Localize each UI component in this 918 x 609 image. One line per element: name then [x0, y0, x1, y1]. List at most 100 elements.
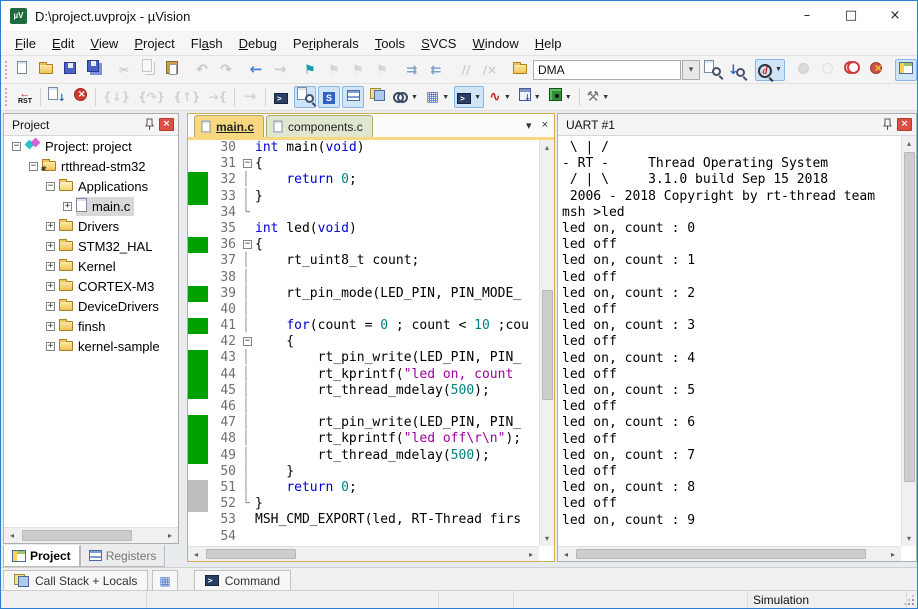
menu-file[interactable]: File [7, 33, 44, 54]
scroll-up-icon[interactable]: ▴ [902, 136, 916, 151]
menu-tools[interactable]: Tools [367, 33, 413, 54]
save-button[interactable] [59, 59, 81, 81]
scroll-thumb[interactable] [22, 530, 132, 541]
close-button[interactable]: × [873, 1, 917, 31]
scroll-down-icon[interactable]: ▾ [902, 531, 916, 546]
project-panel-close-icon[interactable]: × [159, 118, 174, 131]
expand-icon[interactable]: + [46, 342, 55, 351]
menu-view[interactable]: View [82, 33, 126, 54]
tree-item-drivers[interactable]: +Drivers [4, 216, 178, 236]
bookmark-toggle-button[interactable]: ⚑ [299, 59, 321, 81]
editor-close-icon[interactable]: × [542, 119, 548, 132]
uncomment-button[interactable]: /× [479, 59, 501, 81]
toolbar-grip[interactable] [5, 88, 10, 106]
tab-list-dropdown-icon[interactable]: ▾ [526, 119, 532, 132]
paste-button[interactable] [161, 59, 183, 81]
outdent-button[interactable]: ⇇ [425, 59, 447, 81]
scroll-left-icon[interactable]: ◂ [188, 547, 204, 561]
incremental-find-button[interactable]: ↓ [725, 59, 747, 81]
menu-flash[interactable]: Flash [183, 33, 231, 54]
enable-breakpoint-button[interactable] [817, 59, 839, 81]
maximize-button[interactable]: □ [829, 1, 873, 31]
menu-svcs[interactable]: SVCS [413, 33, 464, 54]
project-hscrollbar[interactable]: ◂ ▸ [4, 527, 178, 543]
bookmark-previous-button[interactable]: ⚑ [347, 59, 369, 81]
menu-edit[interactable]: Edit [44, 33, 82, 54]
toolbox-button[interactable]: ▼ [546, 86, 575, 108]
navigate-back-button[interactable]: ← [245, 59, 267, 81]
new-file-button[interactable] [11, 59, 33, 81]
expand-icon[interactable]: + [46, 242, 55, 251]
step-over-button[interactable]: {↷} [135, 86, 168, 108]
memory-window-button[interactable]: ▦▼ [423, 86, 452, 108]
scroll-thumb[interactable] [576, 549, 866, 559]
expand-icon[interactable]: + [46, 302, 55, 311]
scroll-up-icon[interactable]: ▴ [540, 140, 554, 155]
tab-command[interactable]: > Command [194, 570, 291, 592]
scroll-thumb[interactable] [542, 290, 553, 400]
reset-button[interactable]: ←RST [14, 86, 36, 108]
bookmark-clear-all-button[interactable]: ⚑ [371, 59, 393, 81]
tree-item-applications[interactable]: −Applications [4, 176, 178, 196]
collapse-icon[interactable]: − [29, 162, 38, 171]
editor-hscrollbar[interactable]: ◂ ▸ [188, 546, 539, 561]
find-in-files-button[interactable] [509, 59, 531, 81]
fold-collapse-icon[interactable]: − [242, 237, 255, 253]
command-window-button[interactable]: > [270, 86, 292, 108]
bookmark-next-button[interactable]: ⚑ [323, 59, 345, 81]
dropdown-arrow-icon[interactable]: ▼ [442, 94, 449, 101]
expand-icon[interactable]: + [46, 322, 55, 331]
tab-registers[interactable]: Registers [80, 545, 166, 567]
menu-project[interactable]: Project [126, 33, 182, 54]
dropdown-arrow-icon[interactable]: ▼ [474, 94, 481, 101]
uart-hscrollbar[interactable]: ◂ ▸ [558, 546, 901, 561]
watch-window-button[interactable]: ▼ [390, 86, 421, 108]
pin-icon[interactable] [142, 118, 156, 132]
expand-icon[interactable]: + [46, 282, 55, 291]
run-to-cursor-button[interactable]: →{ [205, 86, 230, 108]
tree-item-main-c[interactable]: +main.c [4, 196, 178, 216]
find-in-files-window-button[interactable] [701, 59, 723, 81]
editor-tab-main-c[interactable]: main.c [194, 115, 264, 137]
collapse-icon[interactable]: − [46, 182, 55, 191]
navigate-forward-button[interactable]: → [269, 59, 291, 81]
tree-item-rtthread-stm32[interactable]: −rtthread-stm32 [4, 156, 178, 176]
expand-icon[interactable]: + [46, 222, 55, 231]
redo-button[interactable]: ↷ [215, 59, 237, 81]
resize-grip[interactable] [904, 595, 914, 605]
tree-item-devicedrivers[interactable]: +DeviceDrivers [4, 296, 178, 316]
tree-item-finsh[interactable]: +finsh [4, 316, 178, 336]
editor-vscrollbar[interactable]: ▴ ▾ [539, 140, 554, 546]
editor-tab-components-c[interactable]: components.c [266, 115, 373, 137]
uart-panel-close-icon[interactable]: × [897, 118, 912, 131]
open-file-button[interactable] [35, 59, 57, 81]
symbol-window-button[interactable]: S [318, 86, 340, 108]
search-dropdown-button[interactable]: ▾ [682, 60, 700, 80]
scroll-thumb[interactable] [206, 549, 296, 559]
minimize-button[interactable]: – [785, 1, 829, 31]
uart-vscrollbar[interactable]: ▴ ▾ [901, 136, 916, 546]
menu-peripherals[interactable]: Peripherals [285, 33, 367, 54]
scroll-down-icon[interactable]: ▾ [540, 531, 554, 546]
copy-button[interactable] [137, 59, 159, 81]
manage-windows-button[interactable] [895, 59, 917, 81]
pin-icon[interactable] [880, 118, 894, 132]
dropdown-arrow-icon[interactable]: ▼ [602, 94, 609, 101]
run-button[interactable]: ↓ [45, 86, 67, 108]
dropdown-arrow-icon[interactable]: ▼ [411, 94, 418, 101]
tree-item-project-project[interactable]: −Project: project [4, 136, 178, 156]
scroll-right-icon[interactable]: ▸ [885, 547, 901, 561]
tree-item-cortex-m3[interactable]: +CORTEX-M3 [4, 276, 178, 296]
expand-icon[interactable]: + [63, 202, 72, 211]
cut-button[interactable]: ✂ [113, 59, 135, 81]
dropdown-arrow-icon[interactable]: ▼ [504, 94, 511, 101]
serial-window-button[interactable]: >▼ [454, 86, 484, 108]
toolbar-grip[interactable] [5, 61, 7, 79]
code-editor[interactable]: 30int main(void)31−{32│ return 0;33│}34└… [188, 140, 539, 546]
call-stack-window-button[interactable] [366, 86, 388, 108]
menu-debug[interactable]: Debug [231, 33, 285, 54]
show-next-statement-button[interactable]: → [239, 86, 261, 108]
stop-button[interactable] [69, 86, 91, 108]
tools-button[interactable]: ⚒▼ [584, 86, 613, 108]
registers-window-button[interactable] [342, 86, 364, 108]
